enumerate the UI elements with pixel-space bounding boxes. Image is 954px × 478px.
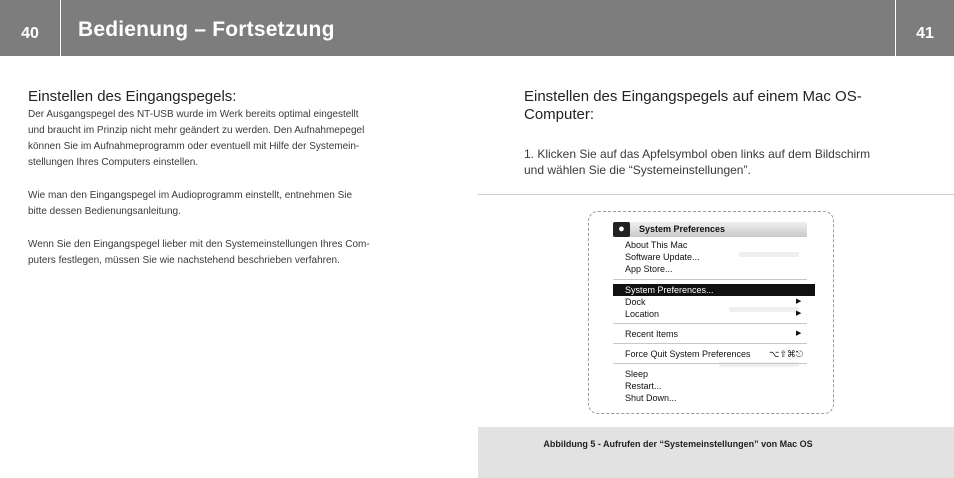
paragraph-line: können Sie im Aufnahmeprogramm oder even… xyxy=(28,141,360,152)
background-blur xyxy=(729,307,799,312)
menu-item-dock[interactable]: Dock xyxy=(625,296,646,308)
figure-caption-box: Abbildung 5 - Aufrufen der “Systemeinste… xyxy=(478,427,954,478)
step-line: 1. Klicken Sie auf das Apfelsymbol oben … xyxy=(524,147,871,161)
submenu-arrow-icon: ▶ xyxy=(796,330,802,337)
figure-caption: Abbildung 5 - Aufrufen der “Systemeinste… xyxy=(543,439,813,449)
menu-item-location[interactable]: Location xyxy=(625,308,659,320)
page-number-right: 41 xyxy=(916,25,934,42)
step-line: und wählen Sie die “Systemeinstellungen”… xyxy=(524,163,751,177)
page-title: Bedienung – Fortsetzung xyxy=(78,18,335,41)
right-column: Einstellen des Eingangspegels auf einem … xyxy=(524,88,924,178)
paragraph-1: Der Ausgangspegel des NT-USB wurde im We… xyxy=(28,107,438,171)
paragraph-line: und braucht im Prinzip nicht mehr geände… xyxy=(28,125,365,136)
header-divider-left xyxy=(60,0,61,56)
menu-item-app-store[interactable]: App Store... xyxy=(625,263,673,275)
section-heading: Einstellen des Eingangspegels: xyxy=(28,88,237,105)
mac-section-heading: Einstellen des Eingangspegels auf einem … xyxy=(524,88,924,124)
menu-item-system-preferences[interactable]: System Preferences... xyxy=(613,284,815,296)
submenu-arrow-icon: ▶ xyxy=(796,298,802,305)
paragraph-line: Der Ausgangspegel des NT-USB wurde im We… xyxy=(28,109,359,120)
submenu-arrow-icon: ▶ xyxy=(796,310,802,317)
menu-item-about[interactable]: About This Mac xyxy=(625,239,687,251)
left-column: Einstellen des Eingangspegels: Der Ausga… xyxy=(28,88,438,286)
section-divider xyxy=(478,194,954,195)
apple-menu-screenshot: ● System Preferences About This Mac Soft… xyxy=(588,211,834,414)
menu-separator xyxy=(613,279,807,280)
menu-separator xyxy=(613,343,807,344)
menu-item-sleep[interactable]: Sleep xyxy=(625,368,648,380)
menu-separator xyxy=(613,363,807,364)
page-header: 40 Bedienung – Fortsetzung 41 xyxy=(0,0,954,56)
menu-bar-title: System Preferences xyxy=(639,224,726,234)
paragraph-2: Wie man den Eingangspegel im Audioprogra… xyxy=(28,188,438,220)
menu-item-software-update[interactable]: Software Update... xyxy=(625,251,700,263)
force-quit-shortcut: ⌥⇧⌘⎋ xyxy=(769,349,804,359)
heading-line: Computer: xyxy=(524,106,595,123)
menu-item-shut-down[interactable]: Shut Down... xyxy=(625,392,677,404)
paragraph-line: Wie man den Eingangspegel im Audioprogra… xyxy=(28,190,353,201)
heading-line: Einstellen des Eingangspegels auf einem … xyxy=(524,88,862,105)
paragraph-3: Wenn Sie den Eingangspegel lieber mit de… xyxy=(28,237,438,269)
menu-separator xyxy=(613,323,807,324)
apple-icon[interactable]: ● xyxy=(613,222,630,237)
step-1: 1. Klicken Sie auf das Apfelsymbol oben … xyxy=(524,146,924,178)
menu-item-recent-items[interactable]: Recent Items xyxy=(625,328,678,340)
paragraph-line: puters festlegen, müssen Sie wie nachste… xyxy=(28,255,340,266)
paragraph-line: Wenn Sie den Eingangspegel lieber mit de… xyxy=(28,239,370,250)
paragraph-line: stellungen Ihres Computers einstellen. xyxy=(28,157,199,168)
menu-bar: ● System Preferences xyxy=(613,222,807,237)
menu-item-restart[interactable]: Restart... xyxy=(625,380,662,392)
paragraph-line: bitte dessen Bedienungsanleitung. xyxy=(28,206,181,217)
menu-item-force-quit[interactable]: Force Quit System Preferences xyxy=(625,348,751,360)
page-number-left: 40 xyxy=(21,25,39,42)
background-blur xyxy=(739,252,799,257)
